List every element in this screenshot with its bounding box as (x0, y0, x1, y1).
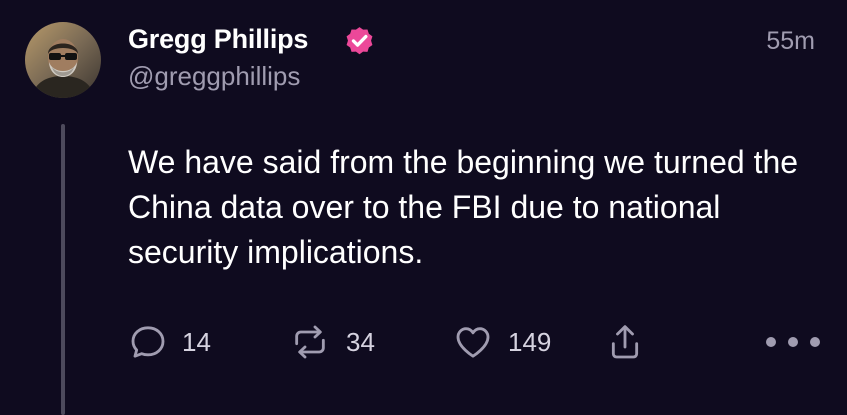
post-text: We have said from the beginning we turne… (128, 144, 799, 270)
more-options-button[interactable] (766, 330, 820, 354)
author-display-name[interactable]: Gregg Phillips (128, 24, 308, 55)
more-horizontal-icon-dot (810, 337, 820, 347)
author-handle[interactable]: @greggphillips (128, 61, 300, 92)
heart-icon (456, 327, 490, 358)
reply-icon (131, 326, 165, 358)
post-timestamp[interactable]: 55m (766, 27, 815, 56)
repost-icon (295, 325, 325, 359)
share-icon (611, 325, 639, 359)
more-horizontal-icon-dot (788, 337, 798, 347)
post-card[interactable]: Gregg Phillips @greggphillips 55m We hav… (0, 0, 847, 415)
repost-button[interactable]: 34 (288, 320, 375, 364)
verified-badge-icon (346, 27, 373, 55)
reply-count: 14 (182, 326, 211, 357)
more-horizontal-icon (766, 337, 776, 347)
repost-count: 34 (346, 326, 375, 357)
share-button[interactable] (608, 320, 642, 364)
like-button[interactable]: 149 (452, 320, 551, 364)
reply-button[interactable]: 14 (128, 320, 211, 364)
like-count: 149 (508, 326, 552, 357)
thread-line (61, 124, 65, 415)
author-avatar[interactable] (25, 22, 101, 98)
avatar-image (25, 22, 101, 98)
